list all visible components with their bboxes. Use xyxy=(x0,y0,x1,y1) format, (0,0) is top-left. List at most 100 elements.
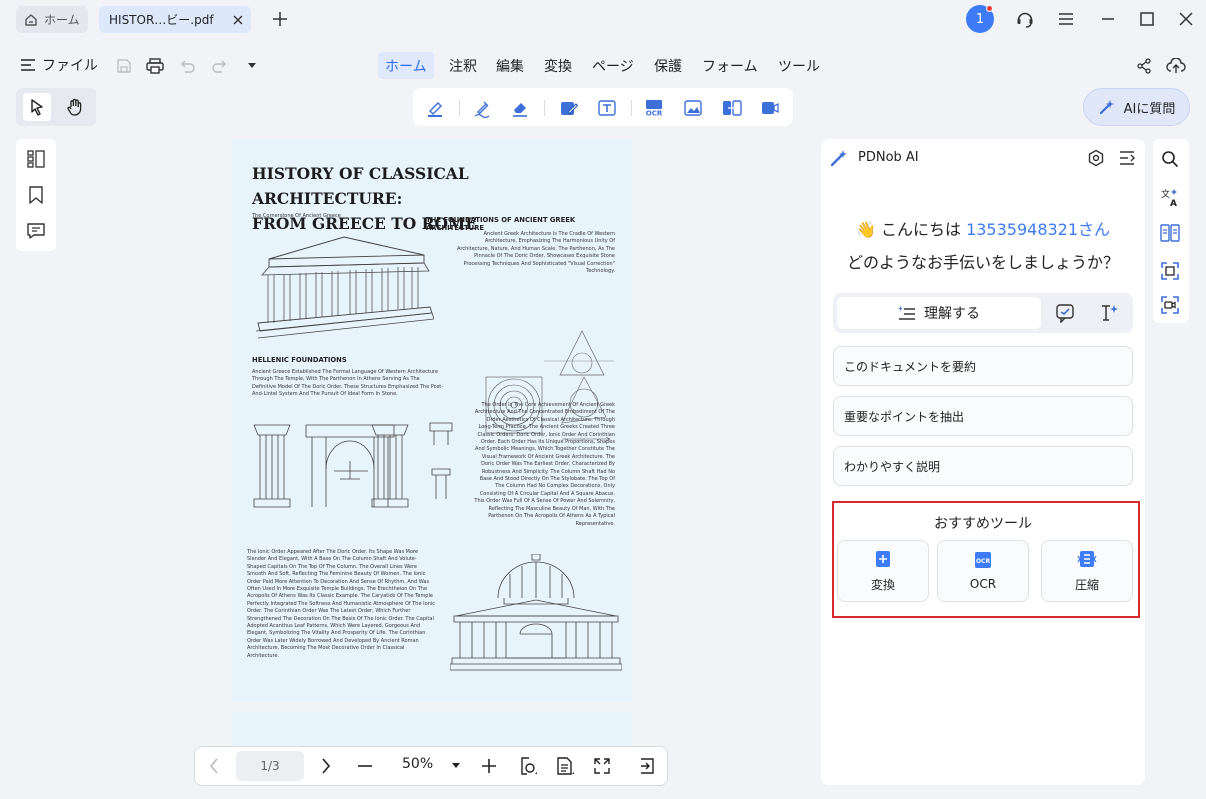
menu-annotate[interactable]: 注釈 xyxy=(442,52,484,79)
screen-record-tool-icon[interactable] xyxy=(759,97,781,119)
file-menu-icon xyxy=(20,58,36,72)
page-number-input[interactable]: 1/3 xyxy=(236,751,304,781)
text-box-tool-icon[interactable] xyxy=(596,97,618,119)
cloud-upload-icon[interactable] xyxy=(1166,56,1186,76)
mode-write-icon[interactable] xyxy=(1098,302,1120,324)
toolstrip-divider xyxy=(631,100,632,116)
svg-text:文: 文 xyxy=(1161,188,1170,200)
ai-greeting: 👋 こんにちは 13535948321さん xyxy=(855,220,1111,239)
hamburger-menu-icon[interactable] xyxy=(1055,8,1077,30)
file-menu-label: ファイル xyxy=(42,58,98,74)
tool-compress-button[interactable]: 圧縮 xyxy=(1041,540,1133,602)
bookmark-icon[interactable] xyxy=(26,185,46,205)
recommended-tools-title: おすすめツール xyxy=(934,516,1032,532)
section-text-orders: The Order Is The Core Achievement Of Anc… xyxy=(474,402,615,527)
new-tab-icon[interactable] xyxy=(269,8,291,30)
pdnob-logo-icon xyxy=(830,149,848,167)
toolstrip-divider xyxy=(459,100,460,116)
mode-understand-button[interactable]: 理解する xyxy=(837,297,1041,329)
zoom-level[interactable]: 50% xyxy=(402,756,433,772)
stamp-sign-tool-icon[interactable] xyxy=(471,97,493,119)
menu-edit[interactable]: 編集 xyxy=(489,52,531,79)
convert-icon xyxy=(874,550,892,568)
tab-home-label: ホーム xyxy=(44,13,80,27)
collapse-panel-icon[interactable] xyxy=(638,756,658,776)
headset-icon[interactable] xyxy=(1014,8,1036,30)
thumbnails-icon[interactable] xyxy=(26,149,46,169)
section-text-hellenic: Ancient Greece Established The Formal La… xyxy=(252,369,444,398)
comments-icon[interactable] xyxy=(26,221,46,241)
waving-hand-icon: 👋 xyxy=(855,220,876,239)
notification-dot xyxy=(986,5,993,12)
compare-tool-icon[interactable] xyxy=(721,97,743,119)
search-icon[interactable] xyxy=(1159,148,1181,170)
edit-text-tool-icon[interactable] xyxy=(558,97,580,119)
prompt-explain[interactable]: わかりやすく説明 xyxy=(833,446,1133,486)
minimize-icon[interactable] xyxy=(1097,8,1119,30)
zoom-dropdown-icon[interactable] xyxy=(446,756,466,776)
undo-icon[interactable] xyxy=(177,56,197,76)
ocr-tool-icon[interactable]: OCR xyxy=(643,97,665,119)
menu-home[interactable]: ホーム xyxy=(378,52,434,79)
highlight-tool-icon[interactable] xyxy=(424,97,446,119)
columns-arch-illustration xyxy=(253,422,453,508)
compress-icon xyxy=(1077,550,1097,568)
menu-convert[interactable]: 変換 xyxy=(537,52,579,79)
ask-ai-button[interactable]: AIに質問 xyxy=(1083,88,1190,126)
tab-home[interactable]: ホーム xyxy=(16,6,88,33)
prompt-summarize[interactable]: このドキュメントを要約 xyxy=(833,346,1133,386)
zoom-in-icon[interactable] xyxy=(479,756,499,776)
pdf-page: HISTORY OF CLASSICAL ARCHITECTURE: FROM … xyxy=(232,139,632,702)
menu-page[interactable]: ページ xyxy=(585,52,641,79)
maximize-icon[interactable] xyxy=(1136,8,1158,30)
close-tab-icon[interactable] xyxy=(233,15,243,25)
toolstrip-divider xyxy=(544,100,545,116)
redo-icon[interactable] xyxy=(210,56,230,76)
svg-text:OCR: OCR xyxy=(646,110,663,118)
next-page-icon[interactable] xyxy=(316,756,336,776)
section-text-foundations: Ancient Greek Architecture Is The Cradle… xyxy=(456,231,615,275)
section-text-ionic: The Ionic Order Appeared After The Doric… xyxy=(247,549,435,659)
print-icon[interactable] xyxy=(145,56,165,76)
save-icon[interactable] xyxy=(114,56,134,76)
menu-form[interactable]: フォーム xyxy=(695,52,765,79)
image-tool-icon[interactable] xyxy=(682,97,704,119)
tool-convert-label: 変換 xyxy=(870,577,895,592)
section-heading-hellenic: HELLENIC FOUNDATIONS xyxy=(252,356,347,364)
menu-tools[interactable]: ツール xyxy=(771,52,827,79)
previous-page-icon[interactable] xyxy=(204,756,224,776)
ai-panel-title: PDNob AI xyxy=(858,150,919,165)
hand-tool-icon[interactable] xyxy=(61,93,89,121)
fit-page-icon[interactable] xyxy=(592,756,612,776)
prompt-key-points[interactable]: 重要なポイントを抽出 xyxy=(833,396,1133,436)
tool-ocr-label: OCR xyxy=(969,577,997,591)
close-window-icon[interactable] xyxy=(1175,8,1197,30)
ai-history-icon[interactable] xyxy=(1118,149,1136,167)
ai-settings-icon[interactable] xyxy=(1087,149,1105,167)
svg-text:A: A xyxy=(1170,199,1177,207)
file-menu[interactable]: ファイル xyxy=(20,55,98,75)
screenshot-icon[interactable] xyxy=(1159,260,1181,282)
mode-understand-label: 理解する xyxy=(924,306,980,322)
tab-document[interactable]: HISTOR…ビー.pdf xyxy=(99,6,251,33)
home-icon xyxy=(24,13,38,27)
share-icon[interactable] xyxy=(1134,56,1154,76)
view-mode-icon[interactable] xyxy=(518,756,538,776)
mode-chat-icon[interactable] xyxy=(1054,302,1076,324)
compare-translate-icon[interactable] xyxy=(1159,222,1181,244)
record-screen-icon[interactable] xyxy=(1159,294,1181,316)
quick-access-dropdown-icon[interactable] xyxy=(242,56,262,76)
tool-ocr-button[interactable]: OCR OCR xyxy=(937,540,1029,602)
tool-convert-button[interactable]: 変換 xyxy=(837,540,929,602)
eraser-tool-icon[interactable] xyxy=(509,97,531,119)
section-heading-foundations: THE FOUNDATIONS OF ANCIENT GREEK ARCHITE… xyxy=(426,216,576,232)
select-tool-icon[interactable] xyxy=(23,93,51,121)
account-badge-count: 1 xyxy=(975,11,985,27)
domed-building-illustration xyxy=(450,554,622,671)
page-layout-icon[interactable] xyxy=(555,756,575,776)
menu-protect[interactable]: 保護 xyxy=(647,52,689,79)
zoom-out-icon[interactable] xyxy=(355,756,375,776)
ai-sparkle-icon xyxy=(1098,98,1116,116)
translate-icon[interactable]: 文A xyxy=(1159,186,1181,208)
parthenon-illustration xyxy=(255,236,434,339)
